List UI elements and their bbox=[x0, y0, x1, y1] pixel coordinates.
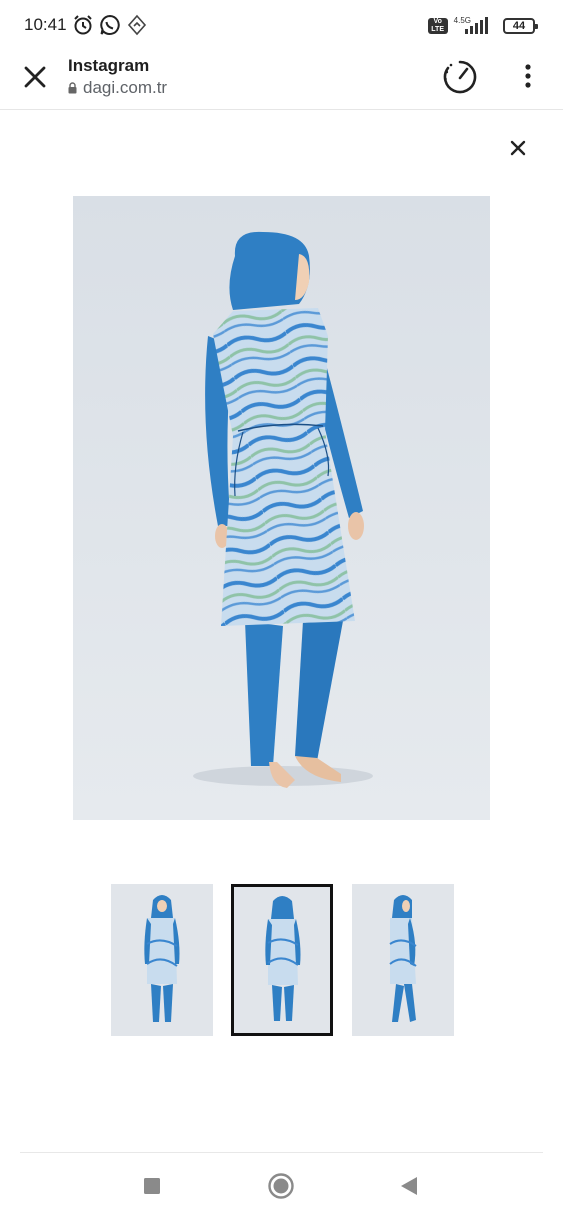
battery-icon: 44 bbox=[503, 18, 538, 34]
network-type: 4.5G bbox=[453, 15, 471, 25]
status-time: 10:41 bbox=[24, 15, 67, 34]
status-bar: 10:41 Vo LTE 4.5G 44 bbox=[0, 0, 563, 52]
nav-divider bbox=[20, 1152, 543, 1153]
volte-badge: Vo LTE bbox=[427, 18, 448, 34]
thumbnail-back[interactable] bbox=[231, 884, 333, 1036]
lock-icon bbox=[68, 82, 77, 94]
volte-text: Vo LTE bbox=[431, 18, 444, 33]
location-icon bbox=[127, 14, 147, 36]
thumbnail-side[interactable] bbox=[352, 884, 454, 1036]
battery-level: 44 bbox=[512, 20, 526, 32]
gallery-close-icon[interactable] bbox=[506, 136, 530, 160]
speedometer-icon[interactable] bbox=[442, 59, 478, 95]
whatsapp-icon bbox=[100, 14, 120, 35]
page-title: Instagram bbox=[68, 56, 150, 75]
url-text: dagi.com.tr bbox=[83, 78, 168, 97]
more-vertical-icon[interactable] bbox=[518, 62, 538, 92]
browser-toolbar: Instagram dagi.com.tr bbox=[0, 52, 563, 110]
thumbnail-strip bbox=[0, 884, 563, 1036]
url-bar[interactable]: dagi.com.tr bbox=[68, 78, 167, 98]
main-product-image[interactable] bbox=[73, 196, 490, 820]
thumbnail-back-image bbox=[234, 887, 330, 1033]
thumbnail-front-image bbox=[111, 884, 213, 1036]
model-back-view-illustration bbox=[73, 196, 490, 820]
thumbnail-side-image bbox=[352, 884, 454, 1036]
thumbnail-front[interactable] bbox=[111, 884, 213, 1036]
close-icon[interactable] bbox=[22, 64, 48, 90]
home-circle-icon[interactable] bbox=[266, 1171, 296, 1201]
alarm-icon bbox=[74, 15, 92, 35]
recents-square-icon[interactable] bbox=[137, 1171, 167, 1201]
back-triangle-icon[interactable] bbox=[394, 1171, 424, 1201]
